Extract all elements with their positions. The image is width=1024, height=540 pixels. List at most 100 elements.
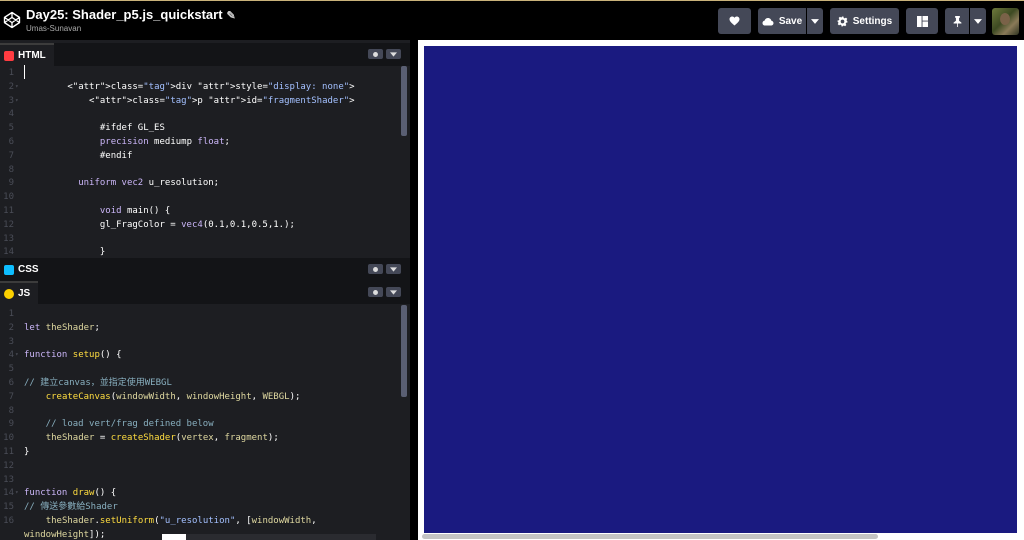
pin-button[interactable] — [945, 8, 969, 34]
layout-icon — [916, 15, 928, 27]
pin-icon — [953, 15, 961, 27]
user-avatar[interactable] — [992, 8, 1019, 35]
line-number: 11 — [3, 447, 14, 457]
js-tab[interactable]: JS — [0, 281, 39, 304]
code-text: gl_FragColor = vec4(0.1,0.1,0.5,1.); — [24, 219, 295, 230]
js-editor-scrollbar[interactable] — [401, 305, 407, 397]
pen-title[interactable]: Day25: Shader_p5.js_quickstart ✎ — [26, 7, 236, 22]
code-line[interactable]: 9 uniform vec2 u_resolution; — [0, 176, 400, 190]
code-line[interactable]: 2 ▾ <"attr">class="tag">div "attr">style=… — [0, 80, 400, 94]
css-settings-button[interactable] — [368, 264, 383, 274]
js-collapse-button[interactable] — [386, 287, 401, 297]
fold-arrow-icon[interactable]: ▾ — [15, 486, 19, 500]
gear-icon — [373, 289, 378, 295]
html-collapse-button[interactable] — [386, 49, 401, 59]
fold-arrow-icon[interactable]: ▾ — [15, 94, 19, 108]
js-settings-button[interactable] — [368, 287, 383, 297]
code-text: // load vert/frag defined below — [24, 419, 214, 430]
html-settings-button[interactable] — [368, 49, 383, 59]
edit-title-pencil-icon[interactable]: ✎ — [227, 9, 236, 22]
code-line[interactable]: 14 } — [0, 245, 400, 258]
app-header: Day25: Shader_p5.js_quickstart ✎ Umas-Sun… — [0, 0, 1024, 40]
chevron-down-icon — [390, 289, 397, 295]
code-line[interactable]: 10 — [0, 190, 400, 204]
codepen-logo-icon[interactable] — [3, 11, 21, 29]
settings-button[interactable]: Settings — [830, 8, 899, 34]
line-number: 3 — [8, 95, 14, 106]
line-number: 12 — [3, 460, 14, 471]
line-number: 10 — [3, 433, 14, 444]
change-view-button[interactable] — [906, 8, 938, 34]
code-line[interactable]: 5 #ifdef GL_ES — [0, 121, 400, 135]
code-line[interactable]: 8 — [0, 163, 400, 177]
css-collapse-button[interactable] — [386, 264, 401, 274]
code-text: uniform vec2 u_resolution; — [78, 178, 220, 189]
code-line[interactable]: 16 theShader.setUniform("u_resolution", … — [0, 514, 400, 528]
save-button[interactable]: Save — [758, 8, 806, 34]
code-line[interactable]: 5 — [0, 362, 400, 376]
like-button[interactable] — [718, 8, 751, 34]
code-text: let theShader; — [24, 322, 100, 333]
code-line[interactable]: 8 — [0, 404, 400, 418]
js-editor[interactable]: 1 2 let theShader; 3 4 ▾ function setup() {5 6/… — [0, 307, 410, 540]
code-line[interactable]: 1 — [0, 66, 400, 80]
code-line[interactable]: 13 — [0, 473, 400, 487]
gear-icon — [837, 15, 848, 27]
fold-arrow-icon[interactable]: ▾ — [15, 348, 19, 362]
gear-icon — [373, 266, 378, 272]
fold-arrow-icon[interactable]: ▾ — [15, 80, 19, 94]
code-line[interactable]: 13 — [0, 232, 400, 246]
code-line[interactable]: 12 gl_FragColor = vec4(0.1,0.1,0.5,1.); — [0, 218, 400, 232]
cloud-icon — [762, 17, 774, 25]
html-tab[interactable]: HTML — [0, 43, 54, 66]
line-number: 15 — [3, 502, 14, 513]
code-line[interactable]: 6 // 建立canvas，並指定使用WEBGL — [0, 376, 400, 390]
line-number: 6 — [8, 137, 14, 147]
code-line[interactable]: 9 // load vert/frag defined below — [0, 417, 400, 431]
code-line[interactable]: 3 ▾ <"attr">class="tag">p "attr">id="frag… — [0, 94, 400, 108]
js-tab-label: JS — [18, 288, 31, 299]
code-line[interactable]: 15 // 傳送參數給Shader — [0, 500, 400, 514]
text-cursor — [24, 65, 25, 79]
settings-label: Settings — [852, 15, 893, 27]
code-line[interactable]: 7 createCanvas(windowWidth, windowHeight… — [0, 390, 400, 404]
code-line[interactable]: 1 — [0, 307, 400, 321]
preview-horizontal-scrollbar[interactable] — [422, 534, 878, 539]
code-text: // 建立canvas，並指定使用WEBGL — [24, 378, 172, 388]
code-text: void main() { — [99, 206, 171, 216]
line-number: 1 — [8, 309, 14, 319]
chevron-down-icon — [390, 266, 397, 272]
gear-icon — [373, 51, 378, 57]
code-line[interactable]: 2 let theShader; — [0, 321, 400, 335]
line-number: 16 — [3, 516, 14, 526]
css-tab-label: CSS — [18, 264, 39, 275]
line-number: 9 — [8, 178, 14, 189]
code-line[interactable]: 11} — [0, 445, 400, 459]
line-number: 11 — [3, 206, 14, 216]
code-text: createCanvas(windowWidth, windowHeight, … — [45, 391, 301, 402]
code-line[interactable]: 6 precision mediump float; — [0, 135, 400, 149]
code-text: function draw() { — [24, 488, 117, 499]
editor-column: HTML 1 2 ▾ <"attr">class="tag">div "attr">… — [0, 40, 410, 540]
pin-options-dropdown[interactable] — [970, 8, 986, 34]
heart-icon — [729, 16, 740, 26]
js-horizontal-scroll-thumb[interactable] — [162, 534, 186, 540]
code-text: } — [24, 247, 106, 258]
css-tab[interactable]: CSS — [0, 258, 47, 281]
code-line[interactable]: 4 ▾ function setup() { — [0, 348, 400, 362]
save-options-dropdown[interactable] — [807, 8, 823, 34]
code-text: // 傳送參數給Shader — [24, 502, 118, 513]
code-line[interactable]: 14 ▾ function draw() { — [0, 486, 400, 500]
p5-shader-canvas[interactable] — [424, 46, 1017, 533]
html-editor[interactable]: 1 2 ▾ <"attr">class="tag">div "attr">style… — [0, 66, 410, 258]
code-line[interactable]: 10 theShader = createShader(vertex, frag… — [0, 431, 400, 445]
code-line[interactable]: 4 — [0, 107, 400, 121]
html-editor-scrollbar[interactable] — [401, 66, 407, 136]
code-line[interactable]: 11 void main() { — [0, 204, 400, 218]
code-text: theShader.setUniform("u_resolution", [wi… — [45, 516, 317, 526]
code-line[interactable]: 3 — [0, 335, 400, 349]
code-line[interactable]: 12 — [0, 459, 400, 473]
code-line[interactable]: 7 #endif — [0, 149, 400, 163]
pen-author[interactable]: Umas-Sunavan — [26, 24, 81, 33]
html-icon — [4, 50, 14, 61]
